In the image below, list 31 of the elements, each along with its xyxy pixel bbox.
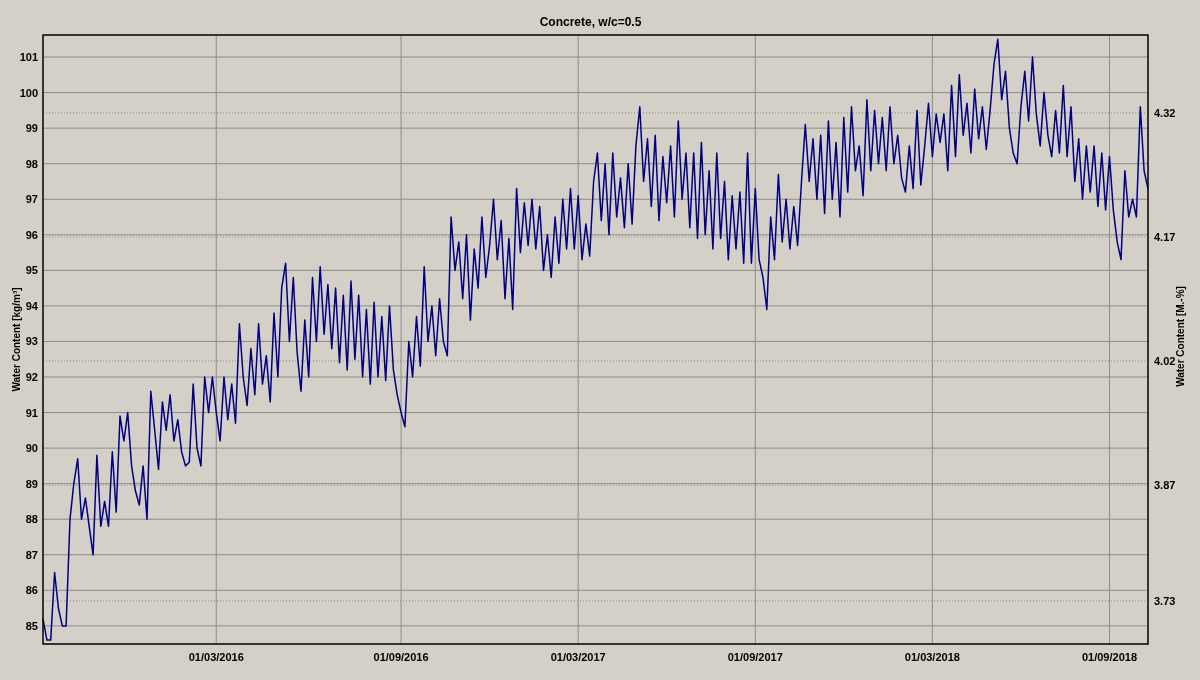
axis-tick-label: 88 xyxy=(25,513,38,526)
axis-tick-label: 87 xyxy=(25,548,38,561)
axis-tick-label: 99 xyxy=(25,122,38,135)
axis-tick-label: 91 xyxy=(25,406,38,419)
axis-tick-label: 85 xyxy=(25,619,38,632)
axis-tick-label: 01/03/2018 xyxy=(904,651,960,663)
axis-tick-label: 3.87 xyxy=(1154,479,1176,492)
axis-tick-label: 01/09/2017 xyxy=(727,651,783,663)
axis-tick-label: 92 xyxy=(25,371,38,383)
axis-tick-label: 101 xyxy=(19,51,38,64)
axis-tick-label: 89 xyxy=(25,477,38,490)
axis-tick-label: 96 xyxy=(25,228,38,241)
axis-tick-label: 01/09/2018 xyxy=(1081,651,1138,663)
axis-tick-label: 94 xyxy=(25,299,38,312)
axis-tick-label: 01/03/2016 xyxy=(188,651,244,663)
axis-label: Water Content [kg/m³] xyxy=(11,287,22,392)
axis-tick-label: 01/09/2016 xyxy=(373,651,429,663)
axis-tick-label: 3.73 xyxy=(1154,595,1176,607)
axis-tick-label: 100 xyxy=(19,86,38,99)
axis-tick-label: 98 xyxy=(25,157,38,170)
axis-tick-label: 4.02 xyxy=(1154,355,1176,368)
axis-tick-label: 86 xyxy=(25,584,38,597)
axis-tick-label: 01/03/2017 xyxy=(550,651,606,663)
chart-title: Concrete, w/c=0.5 xyxy=(539,15,642,29)
axis-tick-label: 90 xyxy=(25,442,38,455)
axis-tick-label: 95 xyxy=(25,264,38,277)
axis-tick-label: 4.32 xyxy=(1154,106,1176,119)
axis-label: Water Content [M.-%] xyxy=(1175,286,1186,387)
axis-tick-label: 4.17 xyxy=(1154,230,1176,243)
axis-tick-label: 97 xyxy=(25,193,38,206)
axis-tick-label: 93 xyxy=(25,335,38,348)
